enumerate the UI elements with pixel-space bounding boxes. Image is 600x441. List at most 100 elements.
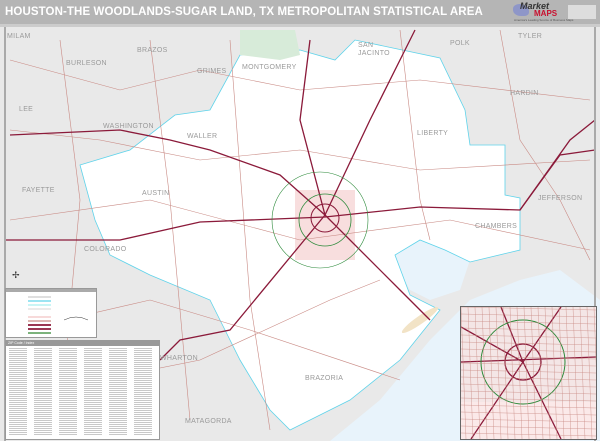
houston-inset-map[interactable]: [460, 306, 597, 440]
index-row: [9, 356, 27, 357]
index-row: [59, 394, 77, 395]
index-row: [134, 434, 152, 435]
index-row: [134, 414, 152, 415]
index-row: [9, 402, 27, 403]
index-row: [84, 374, 102, 375]
index-row: [134, 388, 152, 389]
index-row: [84, 388, 102, 389]
index-row: [9, 406, 27, 407]
index-row: [34, 374, 52, 375]
index-row: [9, 384, 27, 385]
index-row: [134, 408, 152, 409]
index-row: [59, 362, 77, 363]
index-row: [34, 426, 52, 427]
index-row: [34, 424, 52, 425]
index-row: [59, 388, 77, 389]
index-row: [59, 392, 77, 393]
houston-urban-core: [295, 190, 355, 260]
index-row: [109, 358, 127, 359]
index-row: [109, 398, 127, 399]
index-row: [84, 424, 102, 425]
index-row: [134, 370, 152, 371]
county-label: MONTGOMERY: [242, 64, 297, 71]
index-row: [9, 360, 27, 361]
index-row: [109, 414, 127, 415]
map-title: HOUSTON-THE WOODLANDS-SUGAR LAND, TX MET…: [5, 6, 483, 18]
index-row: [84, 362, 102, 363]
index-row: [84, 368, 102, 369]
index-row: [9, 374, 27, 375]
index-row: [59, 378, 77, 379]
index-row: [59, 408, 77, 409]
index-row: [84, 378, 102, 379]
inset-street: [461, 320, 596, 325]
index-row: [59, 418, 77, 419]
index-row: [109, 434, 127, 435]
index-row: [34, 404, 52, 405]
index-row: [59, 424, 77, 425]
index-row: [34, 350, 52, 351]
index-row: [84, 382, 102, 383]
index-row: [59, 366, 77, 367]
index-row: [9, 382, 27, 383]
index-row: [59, 380, 77, 381]
index-row: [84, 386, 102, 387]
index-row: [134, 418, 152, 419]
index-row: [84, 430, 102, 431]
index-row: [59, 374, 77, 375]
inset-street: [461, 327, 596, 332]
index-row: [9, 378, 27, 379]
inset-street: [461, 348, 596, 353]
compass-rose-icon: ✢: [12, 270, 20, 280]
index-row: [9, 370, 27, 371]
index-row: [134, 390, 152, 391]
index-row: [134, 356, 152, 357]
index-row: [84, 352, 102, 353]
index-row: [34, 422, 52, 423]
index-row: [134, 348, 152, 349]
index-row: [84, 420, 102, 421]
index-row: [84, 350, 102, 351]
county-label: POLK: [450, 40, 470, 47]
county-label: CHAMBERS: [475, 223, 518, 230]
index-row: [109, 418, 127, 419]
index-row: [109, 400, 127, 401]
index-row: [109, 432, 127, 433]
index-row: [84, 372, 102, 373]
index-row: [9, 388, 27, 389]
index-row: [84, 392, 102, 393]
index-row: [84, 348, 102, 349]
county-label: LIBERTY: [417, 130, 449, 137]
index-row: [109, 390, 127, 391]
index-row: [9, 392, 27, 393]
index-row: [59, 372, 77, 373]
index-row: [34, 428, 52, 429]
index-row: [59, 396, 77, 397]
index-row: [59, 384, 77, 385]
index-row: [59, 386, 77, 387]
index-row: [109, 364, 127, 365]
county-label: HARDIN: [510, 90, 539, 97]
index-row: [109, 384, 127, 385]
index-row: [59, 426, 77, 427]
index-row: [34, 380, 52, 381]
index-row: [84, 400, 102, 401]
index-row: [134, 358, 152, 359]
index-row: [9, 432, 27, 433]
index-row: [134, 364, 152, 365]
index-row: [134, 396, 152, 397]
county-label: JEFFERSON: [538, 195, 583, 202]
index-row: [84, 406, 102, 407]
county-label: LEE: [19, 106, 34, 113]
index-row: [109, 428, 127, 429]
index-row: [9, 348, 27, 349]
index-row: [84, 384, 102, 385]
index-row: [9, 416, 27, 417]
index-row: [9, 358, 27, 359]
inset-street: [461, 313, 596, 318]
index-row: [59, 406, 77, 407]
index-row: [9, 398, 27, 399]
index-row: [109, 396, 127, 397]
index-row: [84, 418, 102, 419]
index-row: [34, 384, 52, 385]
